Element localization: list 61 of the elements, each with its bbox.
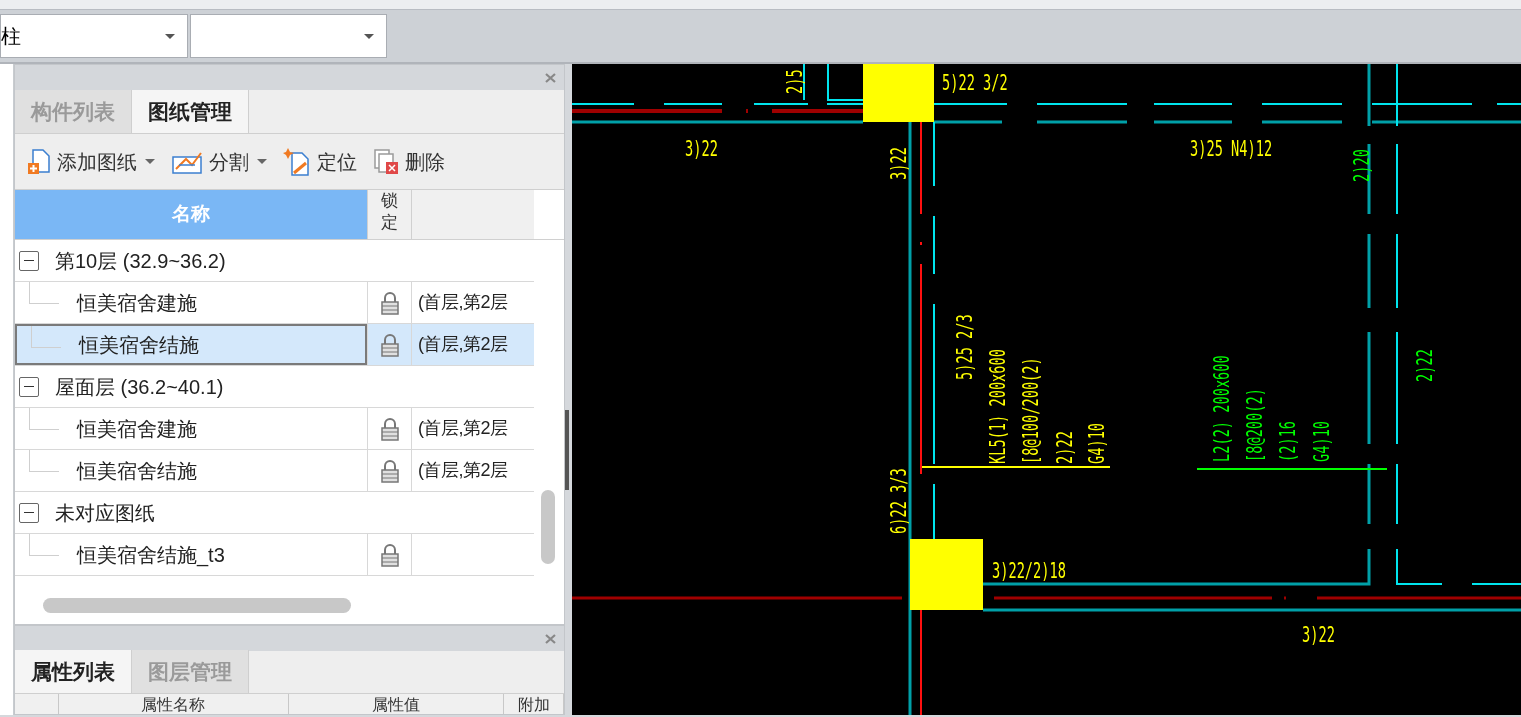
- floor-list: (首层,第2层: [418, 415, 508, 442]
- delete-document-icon: [373, 147, 401, 176]
- add-document-icon: [27, 147, 53, 176]
- rebar-annotation: 6)22 3/3: [885, 468, 911, 534]
- rebar-annotation: 3)22: [885, 147, 911, 180]
- drawing-row[interactable]: 恒美宿舍结施_t3: [15, 534, 534, 576]
- collapse-icon[interactable]: [19, 376, 39, 397]
- floor-group-label[interactable]: 未对应图纸: [55, 497, 155, 528]
- floor-group-label[interactable]: 屋面层 (36.2~40.1): [55, 371, 224, 402]
- horizontal-scrollbar[interactable]: [43, 598, 351, 613]
- rebar-annotation: [8@100/200(2): [1017, 357, 1043, 464]
- rebar-annotation: [8@200(2): [1241, 388, 1267, 462]
- drawing-name: 恒美宿舍建施: [77, 290, 197, 316]
- dropdown[interactable]: [190, 14, 387, 58]
- rebar-annotation: 5)22 3/2: [942, 69, 1008, 95]
- dropdown-caret-icon: [364, 33, 374, 39]
- rebar-annotation: 5)25 2/3: [951, 314, 977, 380]
- rebar-annotation: 3)25 N4)12: [1190, 135, 1273, 161]
- column-header: 属性值: [371, 696, 420, 714]
- rebar-annotation: L2(2) 200x600: [1208, 355, 1234, 462]
- rebar-annotation: 2)22: [1051, 431, 1077, 464]
- toolbar-button[interactable]: 添加图纸: [27, 146, 155, 177]
- drawing-row[interactable]: 恒美宿舍结施 (首层,第2层: [15, 324, 534, 366]
- toolbar-button[interactable]: 删除: [373, 146, 445, 177]
- floor-list: (首层,第2层: [418, 457, 508, 484]
- drawing-name: 恒美宿舍建施: [77, 416, 197, 442]
- rebar-annotation: 3)22/2)18: [992, 557, 1066, 583]
- dropdown-caret-icon: [165, 33, 175, 39]
- dropdown-value: 柱: [1, 24, 21, 49]
- drawing-name: 恒美宿舍结施: [79, 332, 199, 358]
- rebar-annotation: 3)22: [685, 135, 718, 161]
- vertical-scrollbar[interactable]: [541, 490, 555, 564]
- rebar-annotation: (2)16: [1274, 420, 1300, 462]
- column-header: 锁定: [367, 190, 411, 239]
- drawing-name: 恒美宿舍结施_t3: [77, 542, 225, 569]
- floor-list: (首层,第2层: [418, 289, 508, 316]
- close-icon[interactable]: [545, 633, 556, 644]
- rebar-annotation: 2)20: [1348, 149, 1374, 182]
- panel-tab[interactable]: 图纸管理: [132, 90, 249, 133]
- rebar-annotation: 2)22: [1411, 349, 1437, 382]
- drawing-name: 恒美宿舍结施: [77, 458, 197, 484]
- collapse-icon[interactable]: [19, 250, 39, 271]
- component-dropdown[interactable]: 柱: [0, 14, 188, 58]
- collapse-icon[interactable]: [19, 502, 39, 523]
- rebar-annotation: KL5(1) 200x600: [984, 349, 1010, 464]
- rebar-annotation: G4)10: [1308, 420, 1334, 462]
- column-header: 名称: [15, 190, 367, 239]
- panel-tab[interactable]: 属性列表: [15, 650, 132, 693]
- column-header: 属性名称: [141, 696, 206, 714]
- column-block: [863, 64, 934, 122]
- toolbar-button[interactable]: 定位: [283, 146, 357, 177]
- rebar-annotation: G4)10: [1083, 422, 1109, 464]
- drawing-row[interactable]: 恒美宿舍建施 (首层,第2层: [15, 408, 534, 450]
- floor-group-label[interactable]: 第10层 (32.9~36.2): [55, 245, 226, 276]
- toolbar-button[interactable]: 分割: [171, 146, 267, 177]
- rebar-annotation: 2)5: [781, 69, 807, 94]
- column-header: 附加: [517, 696, 550, 714]
- drawing-row[interactable]: 恒美宿舍结施 (首层,第2层: [15, 450, 534, 492]
- close-icon[interactable]: [545, 72, 556, 83]
- floor-list: (首层,第2层: [418, 331, 508, 358]
- rebar-annotation: 3)22: [1302, 621, 1335, 647]
